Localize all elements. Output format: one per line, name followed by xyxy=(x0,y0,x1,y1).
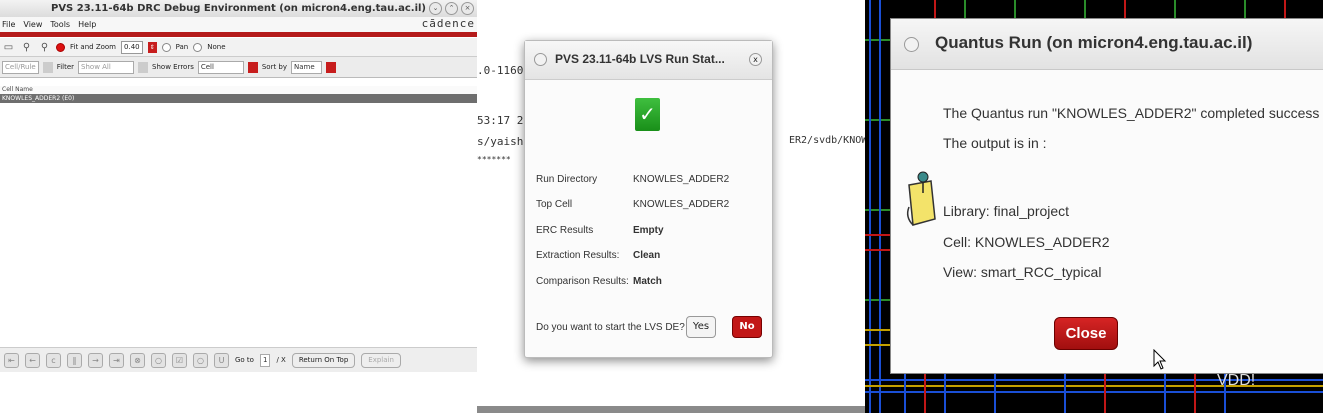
extraction-results-label: Extraction Results: xyxy=(536,250,620,261)
zoom-value-field[interactable]: 0.40 xyxy=(121,40,143,54)
goto-label: Go to xyxy=(235,356,254,364)
extraction-results-value: Clean xyxy=(633,250,661,261)
goto-input[interactable]: 1 xyxy=(259,353,271,367)
terminal-line: 53:17 2 xyxy=(477,114,524,127)
menu-file[interactable]: File xyxy=(2,17,15,32)
close-button[interactable]: Close xyxy=(1054,317,1118,350)
no-button[interactable]: No xyxy=(732,316,762,338)
terminal-line: ******* xyxy=(477,155,511,164)
menu-bar: File View Tools Help xyxy=(0,17,477,32)
fit-zoom-radio[interactable] xyxy=(56,42,65,52)
folder-icon[interactable]: ▭ xyxy=(2,41,15,54)
vdd-net-label: VDD! xyxy=(1217,372,1256,389)
sort-by-label: Sort by xyxy=(261,63,288,71)
drc-debug-window: PVS 23.11-64b DRC Debug Environment (on … xyxy=(0,0,477,413)
mouse-cursor-icon xyxy=(1153,349,1167,370)
lvs-run-status-dialog: PVS 23.11-64b LVS Run Stat... x ✓ Run Di… xyxy=(524,40,773,358)
erc-results-value: Empty xyxy=(633,225,664,236)
pan-radio[interactable] xyxy=(161,42,171,52)
zoom-toolbar: ▭ ⚲ ⚲ Fit and Zoom 0.40 ⇕ Pan None xyxy=(0,38,477,57)
terminal-line: s/yaish xyxy=(477,135,524,148)
start-lvs-de-question: Do you want to start the LVS DE? xyxy=(536,322,685,333)
maximize-icon[interactable]: ⌃ xyxy=(445,2,458,15)
last-icon[interactable]: ⇥ xyxy=(109,352,124,368)
window-menu-icon[interactable] xyxy=(534,53,547,66)
cell-line: Cell: KNOWLES_ADDER2 xyxy=(943,234,1110,250)
terminal-line: .0-1160 xyxy=(477,64,524,77)
circle-icon[interactable]: ○ xyxy=(193,352,208,368)
check-icon: ✓ xyxy=(635,98,660,131)
note-icon xyxy=(906,171,936,226)
list-header: Cell Name xyxy=(0,86,477,94)
sort-by-select[interactable]: Name xyxy=(291,60,323,74)
cell-rule-dropdown-icon[interactable] xyxy=(42,61,53,73)
show-errors-select[interactable]: Cell xyxy=(197,60,244,74)
quantus-window: VDD! Quantus Run (on micron4.eng.tau.ac.… xyxy=(865,0,1323,413)
cell-rule-select[interactable]: Cell/Rule xyxy=(2,60,39,74)
quantus-run-dialog: Quantus Run (on micron4.eng.tau.ac.il) T… xyxy=(890,18,1323,374)
erc-results-label: ERC Results xyxy=(536,225,594,236)
minimize-icon[interactable]: ⌄ xyxy=(429,2,442,15)
library-line: Library: final_project xyxy=(943,203,1070,219)
run-directory-label: Run Directory xyxy=(536,174,598,185)
undo-icon[interactable]: U xyxy=(214,352,229,368)
list-item[interactable]: KNOWLES_ADDER2 (E0) xyxy=(0,94,477,103)
show-errors-dropdown-icon[interactable] xyxy=(247,61,258,73)
menu-tools[interactable]: Tools xyxy=(50,17,70,32)
explain-button[interactable]: Explain xyxy=(361,352,401,368)
top-cell-label: Top Cell xyxy=(536,199,573,210)
none-label: None xyxy=(207,43,226,51)
window-title: PVS 23.11-64b DRC Debug Environment (on … xyxy=(0,0,477,18)
zoom-out-icon[interactable]: ⚲ xyxy=(38,41,51,54)
completion-message: The Quantus run "KNOWLES_ADDER2" complet… xyxy=(943,105,1320,121)
none-radio[interactable] xyxy=(193,42,203,52)
dialog-titlebar: Quantus Run (on micron4.eng.tau.ac.il) xyxy=(891,19,1323,70)
dialog-titlebar: PVS 23.11-64b LVS Run Stat... x xyxy=(525,41,772,80)
next-icon[interactable]: → xyxy=(88,352,103,368)
filter-input[interactable]: Show All xyxy=(78,60,135,74)
filter-toolbar: Cell/Rule Filter Show All Show Errors Ce… xyxy=(0,57,477,78)
zoom-in-icon[interactable]: ⚲ xyxy=(20,41,33,54)
first-icon[interactable]: ⇤ xyxy=(4,352,19,368)
window-controls: ⌄ ⌃ × xyxy=(429,2,474,15)
pan-label: Pan xyxy=(175,43,189,51)
zoom-stepper-icon[interactable]: ⇕ xyxy=(147,41,157,53)
fit-zoom-label: Fit and Zoom xyxy=(70,43,117,51)
return-on-top-button[interactable]: Return On Top xyxy=(291,352,356,368)
stop-icon[interactable]: ⊗ xyxy=(130,352,145,368)
terminal-path: ER2/svdb/KNOWL xyxy=(789,135,865,146)
step-back-icon[interactable]: c xyxy=(46,352,61,368)
close-icon[interactable]: × xyxy=(461,2,474,15)
mark-icon[interactable]: ○ xyxy=(151,352,166,368)
view-line: View: smart_RCC_typical xyxy=(943,264,1102,280)
accent-bar xyxy=(0,32,477,37)
ok-icon[interactable]: ☑ xyxy=(172,352,187,368)
comparison-results-label: Comparison Results: xyxy=(536,276,629,287)
show-errors-label: Show Errors xyxy=(152,63,194,71)
output-location-label: The output is in : xyxy=(943,135,1047,151)
menu-view[interactable]: View xyxy=(23,17,42,32)
window-menu-icon[interactable] xyxy=(904,37,919,52)
filter-dropdown-icon[interactable] xyxy=(138,61,149,73)
prev-icon[interactable]: ← xyxy=(25,352,40,368)
close-icon[interactable]: x xyxy=(749,53,762,66)
dialog-title: Quantus Run (on micron4.eng.tau.ac.il) xyxy=(935,33,1253,52)
sort-by-dropdown-icon[interactable] xyxy=(326,61,337,73)
menu-help[interactable]: Help xyxy=(78,17,96,32)
yes-button[interactable]: Yes xyxy=(686,316,716,338)
dialog-title: PVS 23.11-64b LVS Run Stat... xyxy=(555,52,725,66)
lvs-window: .0-1160 53:17 2 s/yaish ******* ER2/svdb… xyxy=(477,0,865,413)
navigation-bar: ⇤ ← c ‖ → ⇥ ⊗ ○ ☑ ○ U Go to 1 / X Return… xyxy=(0,347,477,372)
pause-icon[interactable]: ‖ xyxy=(67,352,82,368)
goto-total: / X xyxy=(276,356,286,364)
divider xyxy=(477,406,865,413)
cadence-logo: cādence xyxy=(421,17,475,30)
top-cell-value: KNOWLES_ADDER2 xyxy=(633,199,730,210)
filter-label: Filter xyxy=(56,63,75,71)
run-directory-value: KNOWLES_ADDER2 xyxy=(633,174,730,185)
comparison-results-value: Match xyxy=(633,276,662,287)
